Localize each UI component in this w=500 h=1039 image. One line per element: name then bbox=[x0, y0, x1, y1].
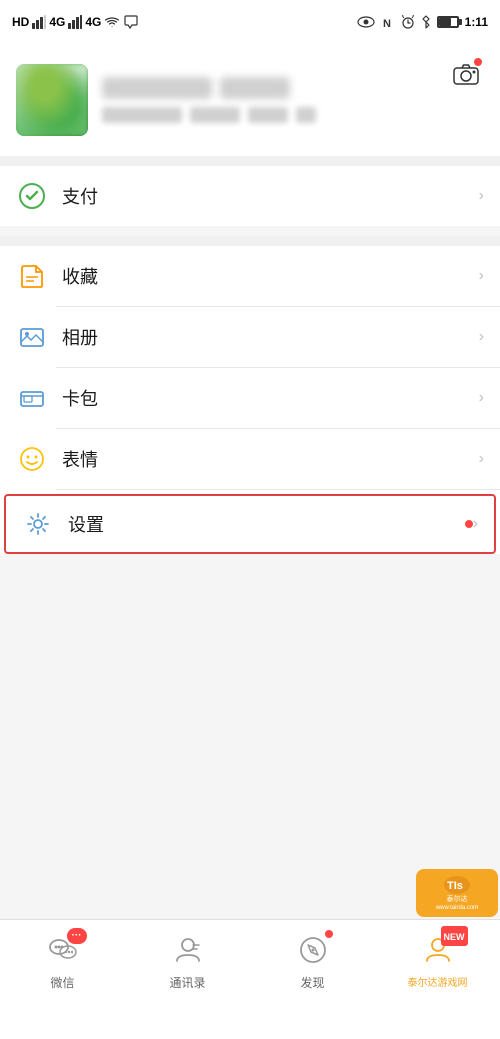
discover-badge bbox=[325, 930, 333, 938]
nav-me-label: 泰尔达游戏网 bbox=[408, 974, 468, 989]
eye-icon bbox=[357, 15, 375, 29]
profile-name-blur2 bbox=[220, 77, 290, 99]
alarm-icon bbox=[401, 15, 415, 29]
camera-button[interactable] bbox=[448, 56, 484, 92]
message-status-icon bbox=[123, 15, 139, 29]
watermark-logo: TIs bbox=[442, 874, 472, 896]
discover-icon bbox=[298, 935, 328, 965]
album-label: 相册 bbox=[62, 324, 479, 350]
nav-me-icon-wrap: NEW bbox=[418, 930, 458, 970]
settings-label: 设置 bbox=[68, 511, 459, 537]
nav-contacts-icon-wrap bbox=[168, 930, 208, 970]
settings-chevron: › bbox=[473, 515, 478, 533]
profile-sub-blur4 bbox=[296, 107, 316, 123]
bottom-navigation: ··· 微信 通讯录 发现 bbox=[0, 919, 500, 1039]
svg-text:N: N bbox=[383, 18, 391, 29]
status-right: N 1:11 bbox=[357, 15, 488, 29]
wechat-badge-text: ··· bbox=[72, 931, 82, 941]
svg-text:TIs: TIs bbox=[447, 880, 463, 892]
payment-menu-item[interactable]: 支付 › bbox=[0, 166, 500, 226]
nav-wechat[interactable]: ··· 微信 bbox=[0, 930, 125, 991]
nav-discover[interactable]: 发现 bbox=[250, 930, 375, 991]
signal2-icon bbox=[68, 15, 82, 29]
album-icon bbox=[16, 321, 48, 353]
settings-dot bbox=[465, 520, 473, 528]
section-divider-2 bbox=[0, 236, 500, 246]
battery-icon bbox=[437, 16, 459, 28]
profile-sub-blur3 bbox=[248, 107, 288, 123]
bluetooth-icon bbox=[421, 15, 431, 29]
wifi-icon bbox=[104, 15, 120, 29]
favorites-icon bbox=[16, 260, 48, 292]
profile-section bbox=[0, 44, 500, 156]
payment-section: 支付 › bbox=[0, 166, 500, 226]
status-bar: HD 4G 4G bbox=[0, 0, 500, 44]
nav-discover-icon-wrap bbox=[293, 930, 333, 970]
profile-name-row bbox=[102, 77, 484, 99]
nav-wechat-icon-wrap: ··· bbox=[43, 930, 83, 970]
signal-icon bbox=[32, 15, 46, 29]
watermark-text2: www.tairda.com bbox=[436, 905, 478, 912]
wechat-badge: ··· bbox=[67, 928, 87, 944]
me-badge: NEW bbox=[441, 926, 468, 946]
profile-sub-row bbox=[102, 107, 484, 123]
me-badge-text: NEW bbox=[444, 932, 465, 942]
carrier-text: HD bbox=[12, 15, 29, 29]
emoji-icon bbox=[16, 443, 48, 475]
camera-icon bbox=[453, 63, 479, 85]
emoji-chevron: › bbox=[479, 450, 484, 468]
profile-sub-blur1 bbox=[102, 107, 182, 123]
nfc-icon: N bbox=[381, 15, 395, 29]
nav-wechat-label: 微信 bbox=[50, 974, 74, 991]
time-text: 1:11 bbox=[465, 15, 488, 29]
signal-4g-text: 4G bbox=[49, 15, 65, 29]
signal2-4g-text: 4G bbox=[85, 15, 101, 29]
nav-contacts-label: 通讯录 bbox=[169, 974, 205, 991]
payment-chevron: › bbox=[479, 187, 484, 205]
status-left: HD 4G 4G bbox=[12, 15, 139, 29]
watermark-text1: 泰尔达 bbox=[447, 896, 468, 904]
payment-icon bbox=[16, 180, 48, 212]
camera-badge bbox=[474, 58, 482, 66]
profile-sub-blur2 bbox=[190, 107, 240, 123]
section-divider-1 bbox=[0, 156, 500, 166]
watermark: TIs 泰尔达 www.tairda.com bbox=[416, 869, 498, 917]
favorites-chevron: › bbox=[479, 267, 484, 285]
card-icon bbox=[16, 382, 48, 414]
profile-avatar bbox=[16, 64, 88, 136]
album-chevron: › bbox=[479, 328, 484, 346]
payment-label: 支付 bbox=[62, 183, 479, 209]
contacts-icon bbox=[173, 935, 203, 965]
nav-me[interactable]: NEW 泰尔达游戏网 bbox=[375, 930, 500, 989]
card-chevron: › bbox=[479, 389, 484, 407]
profile-name-blur bbox=[102, 77, 212, 99]
main-menu-section: 收藏 › 相册 › 卡包 › bbox=[0, 246, 500, 554]
divider-emoji-settings bbox=[56, 489, 500, 490]
album-menu-item[interactable]: 相册 › bbox=[0, 307, 500, 367]
nav-discover-label: 发现 bbox=[300, 974, 324, 991]
favorites-label: 收藏 bbox=[62, 263, 479, 289]
card-label: 卡包 bbox=[62, 385, 479, 411]
settings-menu-item[interactable]: 设置 › bbox=[4, 494, 496, 554]
profile-info bbox=[102, 77, 484, 123]
nav-contacts[interactable]: 通讯录 bbox=[125, 930, 250, 991]
settings-icon bbox=[22, 508, 54, 540]
emoji-label: 表情 bbox=[62, 446, 479, 472]
card-menu-item[interactable]: 卡包 › bbox=[0, 368, 500, 428]
emoji-menu-item[interactable]: 表情 › bbox=[0, 429, 500, 489]
favorites-menu-item[interactable]: 收藏 › bbox=[0, 246, 500, 306]
